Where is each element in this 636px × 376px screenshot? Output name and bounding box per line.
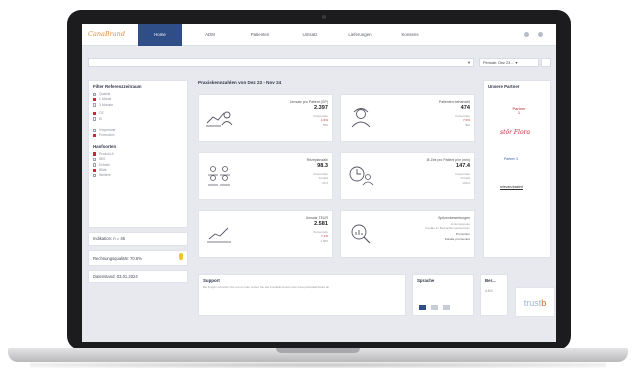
kpi-card[interactable]: Patienten behandelt 474 Vorperiode 7.0% 4… [340,94,475,142]
tab-lieferungen[interactable]: Lieferungen [338,24,382,46]
kpi-card[interactable]: Umsatz pro Patient (GP) 2.397 Vorperiode… [198,94,333,142]
data-date-info: Datenstand: 03.01.2024 [88,270,188,283]
partners-panel: Unsere Partner Partner 1 stör Flora Part… [483,80,551,258]
billing-quality-info: Rechnungsqualität: 70.6% [88,250,188,266]
tab-umsatz[interactable]: Umsatz [288,24,332,46]
tab-konsens[interactable]: Konsens [388,24,432,46]
filter-option-label: CE [99,111,104,116]
flag-en-icon[interactable] [431,305,438,310]
filter-option-label: Vorperiode [99,127,116,132]
lightbulb-icon [179,253,183,260]
laptop-shadow [30,362,606,368]
kpi-card[interactable]: Rezeptanzahl 98.3 Vorperiode Anzahl 35.4 [198,152,333,200]
settings-icon[interactable] [538,32,543,37]
flag-de-icon[interactable] [419,305,426,310]
refresh-button[interactable] [541,58,551,67]
filter-option-label: Weitere [99,173,111,178]
checkbox-icon[interactable] [93,173,97,178]
line-chart-icon [207,227,231,243]
filter-select[interactable]: ▼ [88,58,474,67]
magnifier-chart-icon [351,224,371,244]
user-icon[interactable] [524,32,529,37]
tab-patienten[interactable]: Patienten [238,24,282,46]
filter-option-label: Blüte [99,167,107,172]
filter-checkbox[interactable]: Weitere [89,172,187,177]
language-panel: Sprache [412,274,474,316]
laptop-mockup: CanaBrand Home ADM Patienten Umsatz Lief… [0,0,636,376]
kpi-card[interactable]: Ø-Zeit pro Patient p/m (min) 147.4 Vorpe… [340,152,475,200]
trust-logo[interactable]: trustb [515,287,555,317]
partner-logo[interactable]: stör Flora [500,129,530,136]
laptop-notch [276,348,360,353]
filter-checkbox[interactable]: 3 Monate [89,102,187,107]
tab-home[interactable]: Home [138,24,182,46]
dashboard-screen: CanaBrand Home ADM Patienten Umsatz Lief… [82,24,556,342]
nurse-icon [351,108,371,128]
filter-option-label: Produkt A [99,151,114,156]
period-select[interactable]: Periode: Dez 23 ... ▾ [479,58,539,67]
kpi-card[interactable]: Umsatz TEUR 2.581 Vorperiode 7.1% 1.966 [198,210,333,258]
product-filter-title: Hanfsorten [93,143,117,149]
filter-panel: Filter Referenzzeitraum Quartal 1 Monat 3 … [88,80,188,228]
camera-dot [322,15,326,19]
group-icon [208,166,230,186]
partner-logo[interactable]: Partner 3 [504,157,518,161]
filter-option-label: EI [99,116,103,121]
version-panel: Ber... 4.9.0 [480,274,508,316]
filter-option-label: Promotion [99,133,115,138]
filter-checkbox[interactable]: Promotion [89,132,187,137]
partner-logo[interactable]: relevanzbasiert [500,185,523,190]
top-nav: CanaBrand Home ADM Patienten Umsatz Lief… [82,24,556,46]
kpi-section-title: Praxiskennzahlen von Dez 23 - Nov 24 [198,80,282,85]
checkbox-icon[interactable] [93,103,97,107]
filter-option-label: 3 Monate [99,102,114,107]
brand-logo[interactable]: CanaBrand [88,30,125,38]
filter-option-label: IBIS [99,157,106,162]
clock-person-icon [349,166,374,186]
checkbox-icon[interactable] [93,133,97,138]
partner-logo[interactable]: Partner 1 [512,107,526,115]
kpi-card[interactable]: Spitzenbewertungen Listungsquote Kanäle i… [340,210,475,258]
chevron-down-icon: ▼ [467,60,471,65]
filter-option-label: Quartal [99,92,111,96]
tab-adm[interactable]: ADM [188,24,232,46]
partners-title: Unsere Partner [488,84,520,89]
support-panel: Support Bei Fragen schreiben Sie uns an … [198,274,406,316]
checkbox-icon[interactable] [93,117,97,121]
indication-info: Indikation: n = 46 [88,232,188,246]
chart-person-icon [206,111,233,127]
filter-option-label: Extrakt [99,162,110,167]
flag-fr-icon[interactable] [443,305,450,310]
filter-option-label: 1 Monat [99,97,112,102]
filter-checkbox[interactable]: EI [89,116,187,121]
filter-title: Filter Referenzzeitraum [93,84,142,89]
